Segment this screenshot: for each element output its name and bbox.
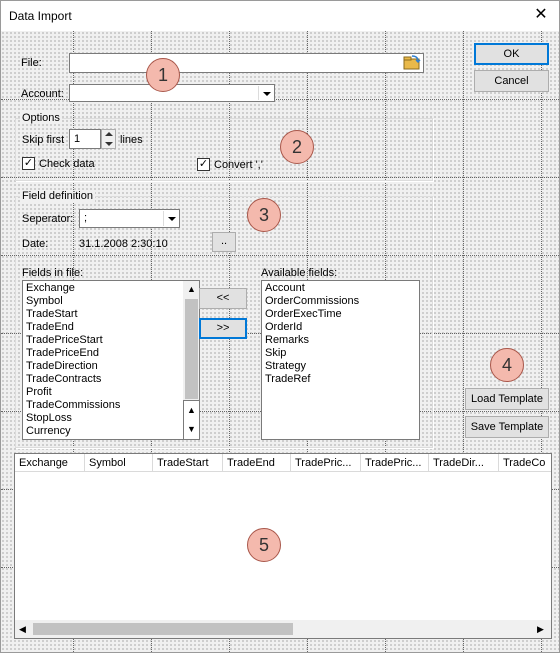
skip-lines-spinner[interactable] (101, 129, 116, 149)
file-label: File: (21, 57, 42, 69)
list-item[interactable]: TradePriceStart (23, 334, 183, 347)
grid-horizontal-scrollbar[interactable]: ◀ ▶ (15, 620, 551, 638)
grid-column-header[interactable]: TradeCo (499, 454, 551, 471)
file-path-input[interactable] (69, 53, 424, 73)
grid-column-header[interactable]: TradeStart (153, 454, 223, 471)
list-item[interactable]: TradeContracts (23, 373, 183, 386)
list-item[interactable]: TradeDirection (23, 360, 183, 373)
list-item[interactable]: Symbol (23, 295, 183, 308)
callout-marker: 4 (490, 348, 524, 382)
convert-comma-label: Convert ',' (214, 159, 263, 171)
scroll-thumb[interactable] (185, 299, 198, 399)
grid-column-header[interactable]: Exchange (15, 454, 85, 471)
grid-column-header[interactable]: TradeDir... (429, 454, 499, 471)
callout-marker: 1 (146, 58, 180, 92)
skip-first-label: Skip first (22, 134, 65, 146)
grid-column-header[interactable]: TradeEnd (223, 454, 291, 471)
list-item[interactable]: StopLoss (23, 412, 183, 425)
list-scrollbar[interactable]: ▲ (183, 281, 199, 401)
date-picker-button[interactable]: .. (212, 232, 236, 252)
account-label: Account: (21, 88, 64, 100)
list-item[interactable]: OrderId (262, 321, 417, 334)
grid-column-header[interactable]: Symbol (85, 454, 153, 471)
field-order-spinner[interactable]: ▲ ▼ (183, 400, 200, 440)
check-data-checkbox[interactable]: ✓ (22, 157, 35, 170)
move-down-icon[interactable]: ▼ (183, 420, 200, 439)
load-template-button[interactable]: Load Template (465, 388, 549, 410)
list-item[interactable]: Profit (23, 386, 183, 399)
title-bar: Data Import ✕ (1, 1, 559, 31)
move-up-icon[interactable]: ▲ (183, 401, 200, 420)
scroll-right-icon[interactable]: ▶ (537, 621, 544, 637)
callout-marker: 5 (247, 528, 281, 562)
date-label: Date: (22, 238, 49, 250)
list-item[interactable]: OrderCommissions (262, 295, 417, 308)
move-right-button[interactable]: >> (199, 318, 247, 339)
open-folder-icon[interactable] (403, 55, 421, 71)
convert-comma-checkbox[interactable]: ✓ (197, 158, 210, 171)
available-fields-list[interactable]: Account OrderCommissions OrderExecTime Orde… (261, 280, 420, 440)
list-item[interactable]: TradeRef (262, 373, 417, 386)
list-item[interactable]: Strategy (262, 360, 417, 373)
fields-in-file-items: Exchange Symbol TradeStart TradeEnd TradePri… (23, 282, 183, 439)
options-group (15, 118, 433, 181)
fields-in-file-list[interactable]: Exchange Symbol TradeStart TradeEnd TradePri… (22, 280, 200, 440)
check-data-label: Check data (39, 158, 95, 170)
scroll-thumb[interactable] (33, 623, 293, 635)
callout-marker: 2 (280, 130, 314, 164)
fields-in-file-label: Fields in file: (22, 267, 84, 279)
close-icon[interactable]: ✕ (526, 3, 556, 27)
chevron-down-icon[interactable] (258, 86, 273, 100)
chevron-down-icon[interactable] (163, 211, 178, 226)
list-item[interactable]: TradeEnd (23, 321, 183, 334)
separator-label: Seperator: (22, 213, 74, 225)
list-item[interactable]: Currency (23, 425, 183, 438)
cancel-button[interactable]: Cancel (474, 70, 549, 92)
list-item[interactable]: Account (262, 282, 417, 295)
ok-button[interactable]: OK (474, 43, 549, 65)
list-item[interactable]: Skip (262, 347, 417, 360)
spin-down-icon[interactable] (105, 142, 113, 146)
list-item[interactable]: Exchange (23, 282, 183, 295)
field-definition-group-title: Field definition (20, 190, 95, 202)
preview-grid[interactable] (14, 453, 552, 639)
options-group-title: Options (20, 112, 62, 124)
list-item[interactable]: TradeCommissions (23, 399, 183, 412)
data-import-dialog: Data Import ✕ File: Account: OK Cancel O… (0, 0, 560, 653)
available-fields-items: Account OrderCommissions OrderExecTime Orde… (262, 282, 417, 386)
preview-grid-header: Exchange Symbol TradeStart TradeEnd Trad… (15, 454, 551, 472)
callout-marker: 3 (247, 198, 281, 232)
skip-lines-input[interactable]: 1 (69, 129, 101, 149)
list-item[interactable]: OrderCommi... (23, 438, 183, 439)
list-item[interactable]: TradeStart (23, 308, 183, 321)
scroll-up-icon[interactable]: ▲ (183, 281, 199, 298)
grid-column-header[interactable]: TradePric... (361, 454, 429, 471)
grid-column-header[interactable]: TradePric... (291, 454, 361, 471)
separator-combo[interactable]: ; (79, 209, 180, 228)
scroll-left-icon[interactable]: ◀ (19, 621, 26, 637)
available-fields-label: Available fields: (261, 267, 338, 279)
date-value: 31.1.2008 2:30:10 (79, 238, 168, 250)
spin-up-icon[interactable] (105, 132, 113, 136)
move-left-button[interactable]: << (199, 288, 247, 309)
list-item[interactable]: TradePriceEnd (23, 347, 183, 360)
save-template-button[interactable]: Save Template (465, 416, 549, 438)
window-title: Data Import (9, 9, 72, 23)
lines-label: lines (120, 134, 143, 146)
list-item[interactable]: OrderExecTime (262, 308, 417, 321)
list-item[interactable]: Remarks (262, 334, 417, 347)
